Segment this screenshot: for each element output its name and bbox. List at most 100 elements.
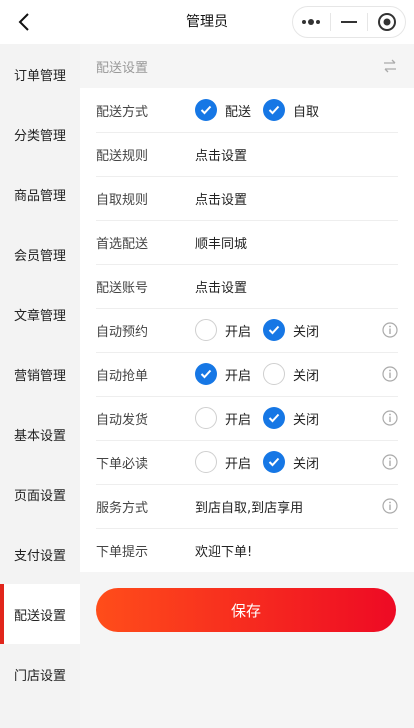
sidebar-item-articles[interactable]: 文章管理 xyxy=(0,284,80,344)
auto-booking-on-radio[interactable]: 开启 xyxy=(195,319,251,341)
sidebar-item-products[interactable]: 商品管理 xyxy=(0,164,80,224)
check-circle-icon xyxy=(195,363,217,385)
info-icon[interactable] xyxy=(382,322,398,338)
minimize-button[interactable] xyxy=(331,7,368,37)
row-label: 配送规则 xyxy=(96,148,149,164)
must-read-on-radio[interactable]: 开启 xyxy=(195,451,251,473)
sidebar-item-categories[interactable]: 分类管理 xyxy=(0,104,80,164)
radio-empty-icon xyxy=(195,451,217,473)
auto-grab-on-radio[interactable]: 开启 xyxy=(195,363,251,385)
delivery-option-checkbox[interactable]: 配送 xyxy=(195,99,251,121)
more-button[interactable] xyxy=(293,7,330,37)
row-service-mode[interactable]: 服务方式 到店自取,到店享用 xyxy=(80,484,414,528)
row-delivery-account[interactable]: 配送账号 点击设置 xyxy=(80,264,414,308)
check-circle-icon xyxy=(263,319,286,341)
sidebar-item-delivery-settings[interactable]: 配送设置 xyxy=(0,584,80,644)
row-delivery-rules[interactable]: 配送规则 点击设置 xyxy=(80,132,414,176)
row-label: 自取规则 xyxy=(96,192,149,208)
preferred-delivery-value[interactable]: 顺丰同城 xyxy=(195,233,247,252)
sidebar-item-page-settings[interactable]: 页面设置 xyxy=(0,464,80,524)
info-icon[interactable] xyxy=(382,410,398,426)
sidebar-item-orders[interactable]: 订单管理 xyxy=(0,44,80,104)
row-label: 配送账号 xyxy=(96,280,149,296)
section-header: 配送设置 xyxy=(80,44,414,88)
row-label: 下单提示 xyxy=(96,544,149,560)
sidebar: 订单管理 分类管理 商品管理 会员管理 文章管理 营销管理 基本设置 页面设置 … xyxy=(0,44,80,728)
option-label: 配送 xyxy=(225,104,252,120)
row-label: 自动预约 xyxy=(96,324,149,340)
row-must-read: 下单必读 开启 关闭 xyxy=(80,440,414,484)
swap-arrows-icon[interactable] xyxy=(382,58,398,74)
row-delivery-method: 配送方式 配送 自取 xyxy=(80,88,414,132)
option-label: 开启 xyxy=(225,368,252,384)
auto-grab-off-radio[interactable]: 关闭 xyxy=(263,363,319,385)
delivery-account-link[interactable]: 点击设置 xyxy=(195,277,247,296)
sidebar-item-label: 营销管理 xyxy=(13,368,66,384)
delivery-rules-link[interactable]: 点击设置 xyxy=(195,145,247,164)
more-dots-icon xyxy=(302,19,321,25)
row-order-tip[interactable]: 下单提示 欢迎下单! xyxy=(80,528,414,572)
sidebar-item-label: 基本设置 xyxy=(13,428,66,444)
sidebar-item-label: 订单管理 xyxy=(13,68,66,84)
sidebar-item-basic-settings[interactable]: 基本设置 xyxy=(0,404,80,464)
sidebar-item-label: 分类管理 xyxy=(13,128,66,144)
mini-program-capsule xyxy=(292,6,406,38)
must-read-off-radio[interactable]: 关闭 xyxy=(263,451,319,473)
row-label: 下单必读 xyxy=(96,456,149,472)
save-area: 保存 xyxy=(80,572,414,632)
row-label: 自动发货 xyxy=(96,412,149,428)
target-circle-icon xyxy=(377,13,396,31)
sidebar-item-label: 支付设置 xyxy=(13,548,66,564)
option-label: 开启 xyxy=(225,324,252,340)
radio-empty-icon xyxy=(195,319,217,341)
row-label: 自动抢单 xyxy=(96,368,149,384)
auto-ship-off-radio[interactable]: 关闭 xyxy=(263,407,319,429)
radio-empty-icon xyxy=(195,407,217,429)
info-icon[interactable] xyxy=(382,366,398,382)
row-preferred-delivery[interactable]: 首选配送 顺丰同城 xyxy=(80,220,414,264)
main-content: 配送设置 配送方式 配送 自取 配送规则 点击设置 自取规则 点击设置 首选配送… xyxy=(80,44,414,728)
auto-ship-on-radio[interactable]: 开启 xyxy=(195,407,251,429)
order-tip-value[interactable]: 欢迎下单! xyxy=(195,541,252,560)
check-circle-icon xyxy=(263,99,286,121)
sidebar-item-members[interactable]: 会员管理 xyxy=(0,224,80,284)
pickup-option-checkbox[interactable]: 自取 xyxy=(263,99,319,121)
sidebar-item-payment-settings[interactable]: 支付设置 xyxy=(0,524,80,584)
row-label: 配送方式 xyxy=(96,104,149,120)
info-icon[interactable] xyxy=(382,498,398,514)
pickup-rules-link[interactable]: 点击设置 xyxy=(195,189,247,208)
auto-booking-off-radio[interactable]: 关闭 xyxy=(263,319,319,341)
sidebar-item-label: 页面设置 xyxy=(13,488,66,504)
section-title: 配送设置 xyxy=(96,60,149,76)
sidebar-item-label: 门店设置 xyxy=(13,668,66,684)
close-miniprogram-button[interactable] xyxy=(368,7,405,37)
row-label: 服务方式 xyxy=(96,500,149,516)
row-auto-booking: 自动预约 开启 关闭 xyxy=(80,308,414,352)
row-auto-grab: 自动抢单 开启 关闭 xyxy=(80,352,414,396)
radio-empty-icon xyxy=(263,363,286,385)
option-label: 关闭 xyxy=(293,324,320,340)
option-label: 开启 xyxy=(225,456,252,472)
sidebar-item-label: 文章管理 xyxy=(13,308,66,324)
sidebar-item-label: 会员管理 xyxy=(13,248,66,264)
option-label: 关闭 xyxy=(293,368,320,384)
minus-icon xyxy=(341,21,357,23)
check-circle-icon xyxy=(195,99,217,121)
settings-panel: 配送方式 配送 自取 配送规则 点击设置 自取规则 点击设置 首选配送 顺丰同城… xyxy=(80,88,414,572)
option-label: 开启 xyxy=(225,412,252,428)
option-label: 自取 xyxy=(293,104,320,120)
sidebar-item-store-settings[interactable]: 门店设置 xyxy=(0,644,80,704)
row-auto-ship: 自动发货 开启 关闭 xyxy=(80,396,414,440)
row-pickup-rules[interactable]: 自取规则 点击设置 xyxy=(80,176,414,220)
sidebar-item-label: 商品管理 xyxy=(13,188,66,204)
check-circle-icon xyxy=(263,407,286,429)
option-label: 关闭 xyxy=(293,412,320,428)
sidebar-item-marketing[interactable]: 营销管理 xyxy=(0,344,80,404)
option-label: 关闭 xyxy=(293,456,320,472)
sidebar-item-label: 配送设置 xyxy=(13,608,66,624)
service-mode-value[interactable]: 到店自取,到店享用 xyxy=(195,497,303,516)
top-navigation-bar: 管理员 xyxy=(0,0,414,44)
info-icon[interactable] xyxy=(382,454,398,470)
row-label: 首选配送 xyxy=(96,236,149,252)
save-button[interactable]: 保存 xyxy=(96,588,396,632)
